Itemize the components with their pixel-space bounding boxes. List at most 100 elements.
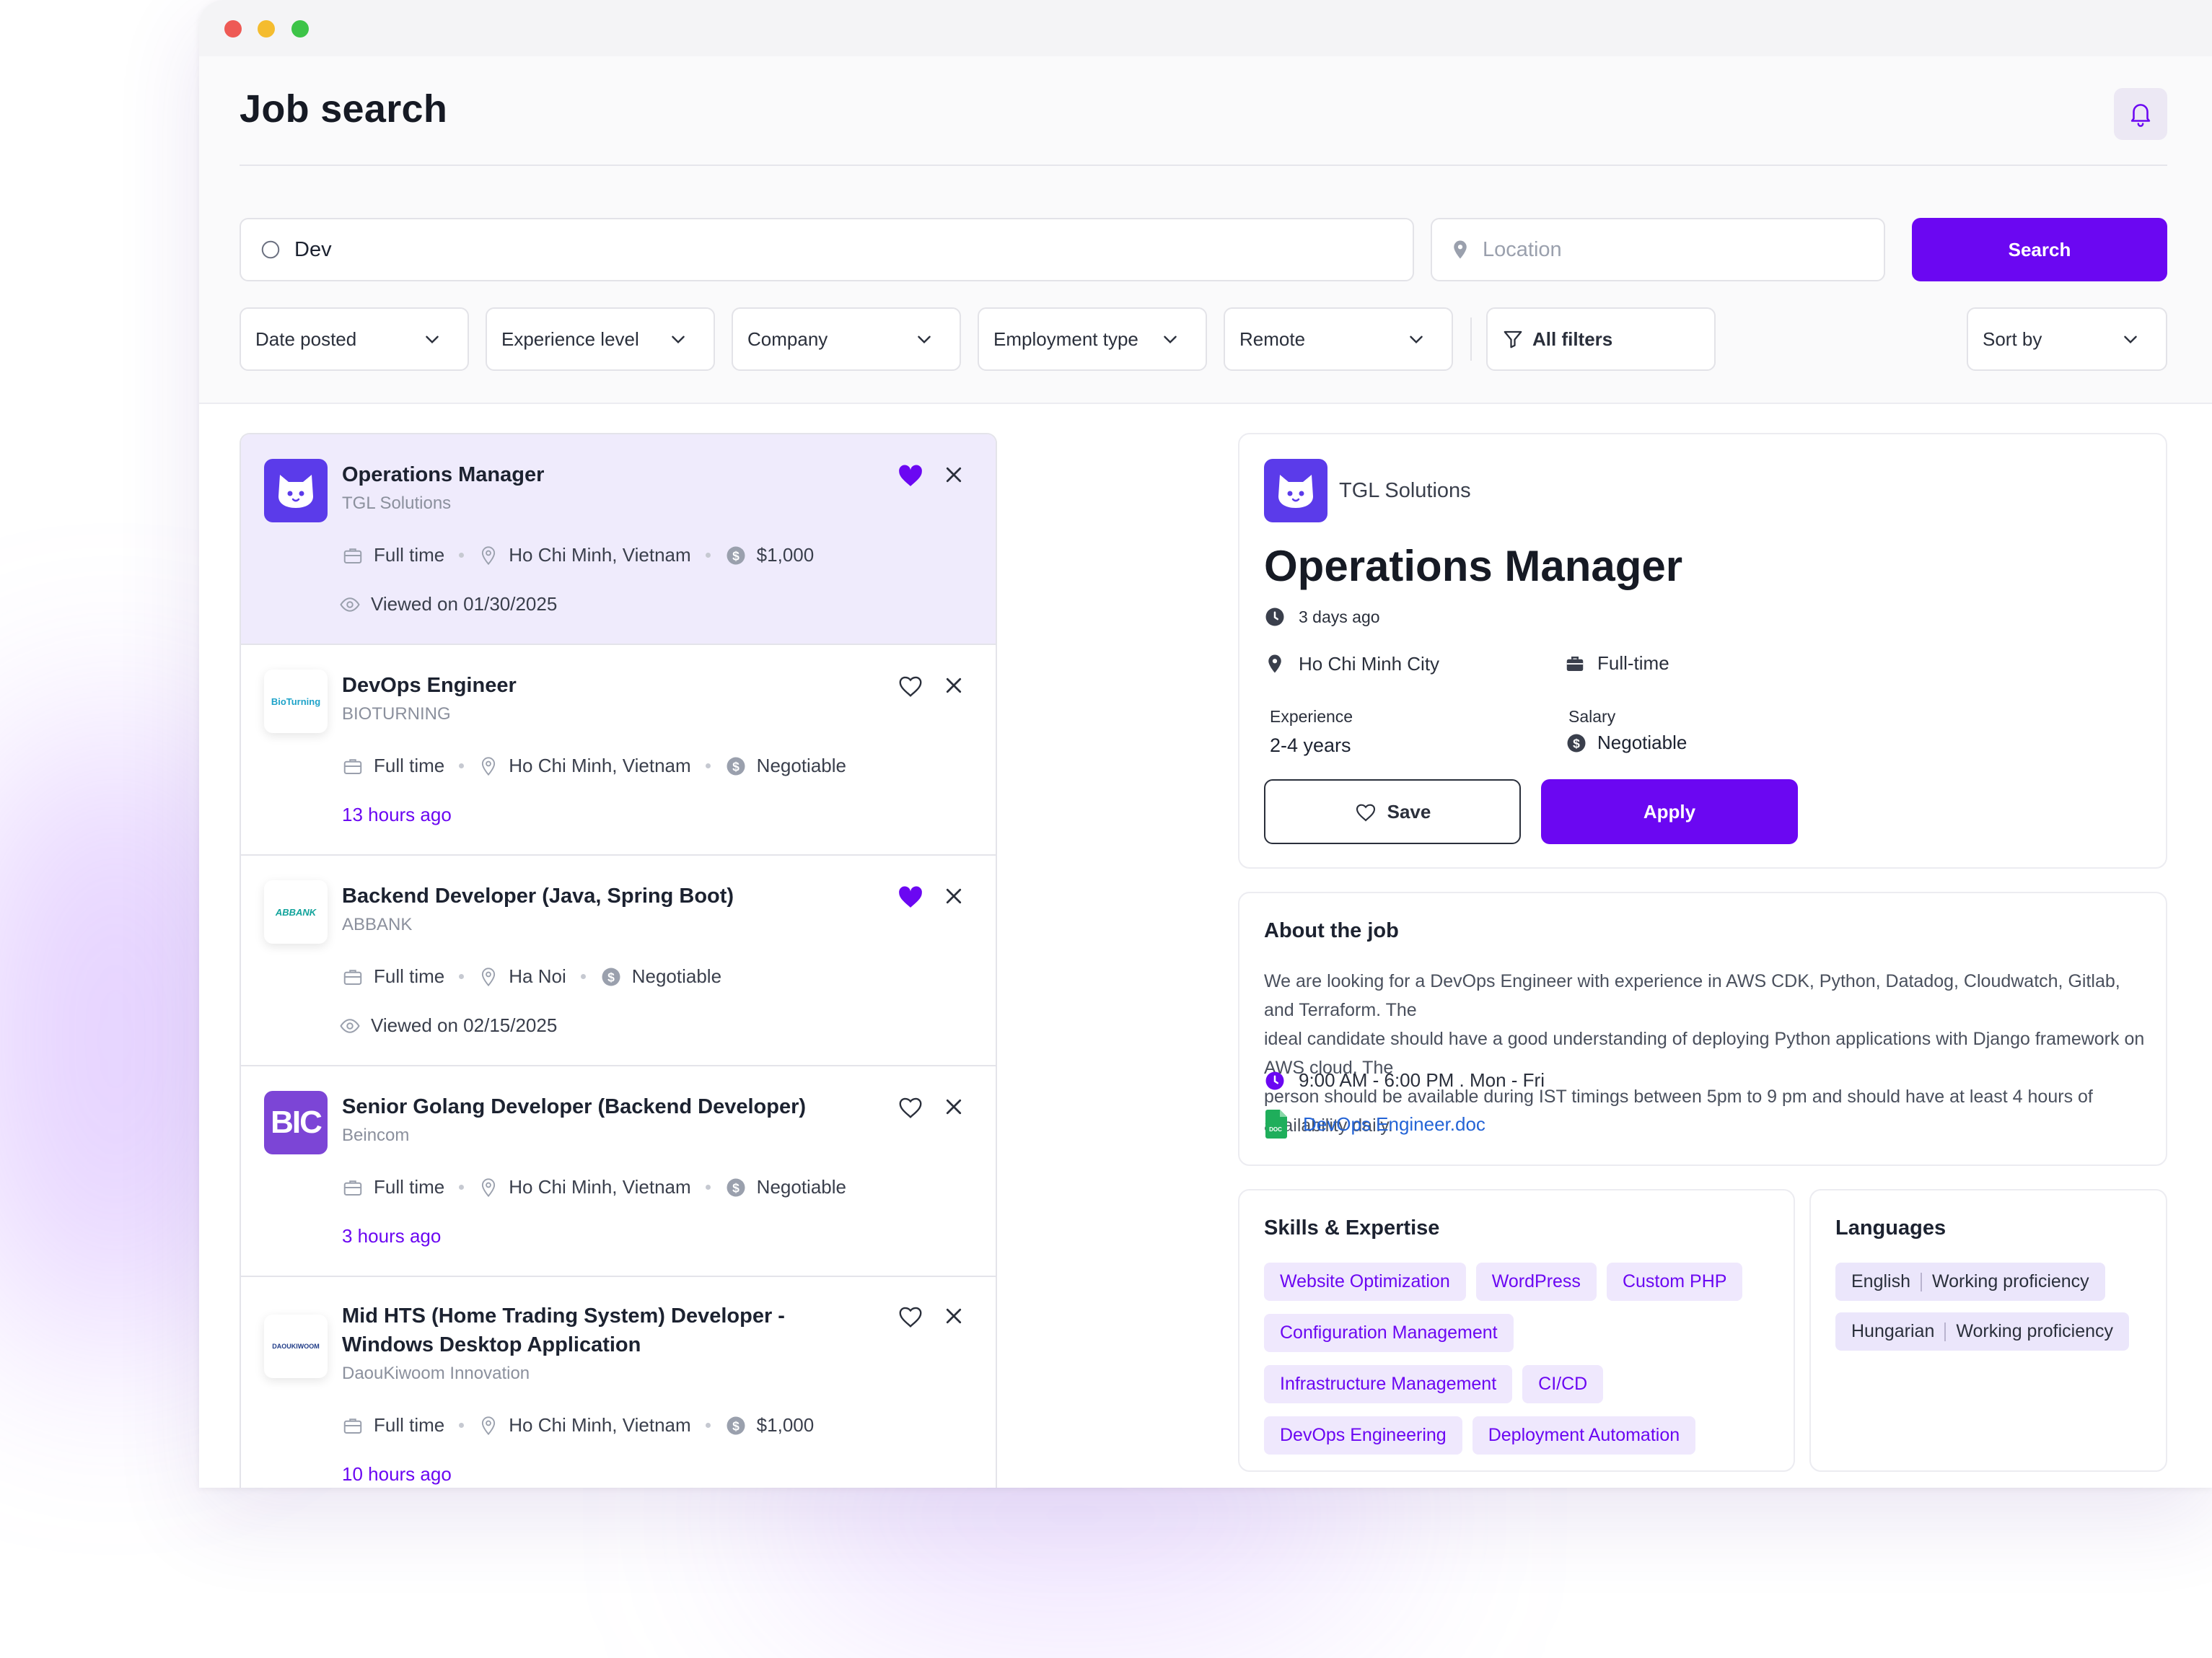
filter-remote[interactable]: Remote (1224, 307, 1453, 371)
dismiss-job-button[interactable] (939, 882, 968, 911)
job-detail-panel: TGL Solutions Operations Manager 3 days … (1238, 433, 2167, 869)
save-job-button[interactable] (896, 1092, 925, 1121)
apply-button[interactable]: Apply (1541, 779, 1798, 844)
save-job-button[interactable] (896, 1302, 925, 1330)
company-logo: ABBANK (264, 880, 328, 944)
job-card[interactable]: DAOUKIWOOM Mid HTS (Home Trading System)… (241, 1277, 996, 1488)
job-title[interactable]: Operations Manager (342, 460, 869, 489)
job-type: Full time (374, 1176, 445, 1198)
notifications-button[interactable] (2114, 88, 2167, 140)
job-company: Beincom (342, 1126, 410, 1145)
save-job-button[interactable] (896, 671, 925, 700)
filter-company[interactable]: Company (732, 307, 961, 371)
window-titlebar (199, 0, 2212, 56)
skill-chip[interactable]: Custom PHP (1606, 1263, 1743, 1301)
skill-chip[interactable]: Configuration Management (1264, 1314, 1514, 1352)
chevron-down-icon (426, 335, 439, 344)
meta-separator (705, 553, 711, 558)
close-icon (946, 677, 962, 693)
company-logo: DAOUKIWOOM (264, 1315, 328, 1378)
job-salary: Negotiable (631, 965, 722, 987)
skill-chip[interactable]: Infrastructure Management (1264, 1365, 1513, 1403)
close-icon (946, 467, 962, 483)
dollar-icon: $ (725, 755, 747, 777)
job-location: Ho Chi Minh, Vietnam (509, 544, 691, 566)
job-card[interactable]: BIC Senior Golang Developer (Backend Dev… (241, 1066, 996, 1277)
dismiss-job-button[interactable] (939, 1092, 968, 1121)
dismiss-job-button[interactable] (939, 1302, 968, 1330)
svg-text:$: $ (732, 1418, 739, 1433)
job-card[interactable]: ABBANK Backend Developer (Java, Spring B… (241, 856, 996, 1066)
location-pin-icon (478, 1177, 499, 1198)
job-title[interactable]: DevOps Engineer (342, 671, 869, 700)
search-header: Job search Dev Location Search Date post… (199, 56, 2212, 404)
all-filters-button[interactable]: All filters (1486, 307, 1716, 371)
job-status: 13 hours ago (342, 804, 452, 826)
document-icon-label: DOC (1269, 1126, 1282, 1133)
job-location: Ha Noi (509, 965, 566, 987)
detail-employment-text: Full-time (1597, 652, 1669, 674)
skill-chip[interactable]: Deployment Automation (1472, 1416, 1696, 1455)
job-title[interactable]: Mid HTS (Home Trading System) Developer … (342, 1302, 869, 1359)
briefcase-icon (1566, 656, 1584, 671)
save-button[interactable]: Save (1264, 779, 1521, 844)
job-list: Operations Manager TGL Solutions Full ti… (240, 433, 997, 1488)
detail-company-name[interactable]: TGL Solutions (1339, 479, 1471, 503)
job-status-text: Viewed on 01/30/2025 (371, 593, 558, 615)
briefcase-icon (342, 545, 364, 566)
about-line: We are looking for a DevOps Engineer wit… (1264, 971, 2120, 1020)
location-pin-icon (478, 1415, 499, 1437)
dismiss-job-button[interactable] (939, 460, 968, 489)
window-minimize-dot[interactable] (258, 20, 275, 38)
job-salary: $1,000 (756, 544, 815, 566)
filter-label: Date posted (255, 328, 357, 350)
job-title[interactable]: Senior Golang Developer (Backend Develop… (342, 1092, 869, 1121)
job-company: DaouKiwoom Innovation (342, 1364, 530, 1383)
sort-by-dropdown[interactable]: Sort by (1967, 307, 2167, 371)
dollar-icon: $ (725, 1415, 747, 1437)
job-status-text: 10 hours ago (342, 1463, 452, 1485)
skills-title: Skills & Expertise (1264, 1216, 1440, 1240)
filter-date-posted[interactable]: Date posted (240, 307, 469, 371)
filter-employment-type[interactable]: Employment type (978, 307, 1207, 371)
attachment-link[interactable]: DOC DevOps Engineer.doc (1265, 1110, 1485, 1139)
job-status: 10 hours ago (342, 1463, 452, 1486)
work-hours-text: 9:00 AM - 6:00 PM . Mon - Fri (1299, 1069, 1545, 1091)
meta-separator (459, 1423, 465, 1428)
location-pin-icon (478, 545, 499, 566)
language-chip: English Working proficiency (1835, 1263, 2105, 1301)
company-logo-text: DAOUKIWOOM (272, 1343, 320, 1350)
search-input[interactable]: Dev (240, 218, 1414, 281)
skill-chip[interactable]: WordPress (1475, 1263, 1597, 1301)
job-title[interactable]: Backend Developer (Java, Spring Boot) (342, 882, 869, 911)
cat-logo-icon (1278, 475, 1313, 508)
meta-separator (705, 763, 711, 768)
job-card[interactable]: BioTurning DevOps Engineer BIOTURNING Fu… (241, 645, 996, 856)
svg-text:$: $ (732, 1180, 739, 1195)
job-card[interactable]: Operations Manager TGL Solutions Full ti… (241, 434, 996, 645)
job-type: Full time (374, 544, 445, 566)
filter-label: Company (747, 328, 828, 350)
window-close-dot[interactable] (224, 20, 242, 38)
filter-experience-level[interactable]: Experience level (486, 307, 715, 371)
save-job-button[interactable] (896, 882, 925, 911)
skill-chip[interactable]: DevOps Engineering (1264, 1416, 1462, 1455)
search-button[interactable]: Search (1912, 218, 2167, 281)
meta-separator (459, 974, 465, 979)
window-maximize-dot[interactable] (291, 20, 309, 38)
skill-chip[interactable]: Website Optimization (1264, 1263, 1466, 1301)
heart-icon (1356, 804, 1375, 822)
skill-chip[interactable]: CI/CD (1522, 1365, 1604, 1403)
dismiss-job-button[interactable] (939, 671, 968, 700)
meta-separator (459, 1185, 465, 1190)
briefcase-icon (342, 755, 364, 777)
svg-text:$: $ (607, 970, 615, 984)
job-meta: Full time Ho Chi Minh, Vietnam $ $1,000 (342, 1414, 814, 1437)
dollar-icon: $ (725, 1177, 747, 1198)
job-status-text: 3 hours ago (342, 1225, 442, 1247)
meta-separator (705, 1185, 711, 1190)
save-job-button[interactable] (896, 460, 925, 489)
location-input[interactable]: Location (1431, 218, 1885, 281)
header-divider (240, 165, 2167, 166)
app-window: Job search Dev Location Search Date post… (199, 0, 2212, 1488)
